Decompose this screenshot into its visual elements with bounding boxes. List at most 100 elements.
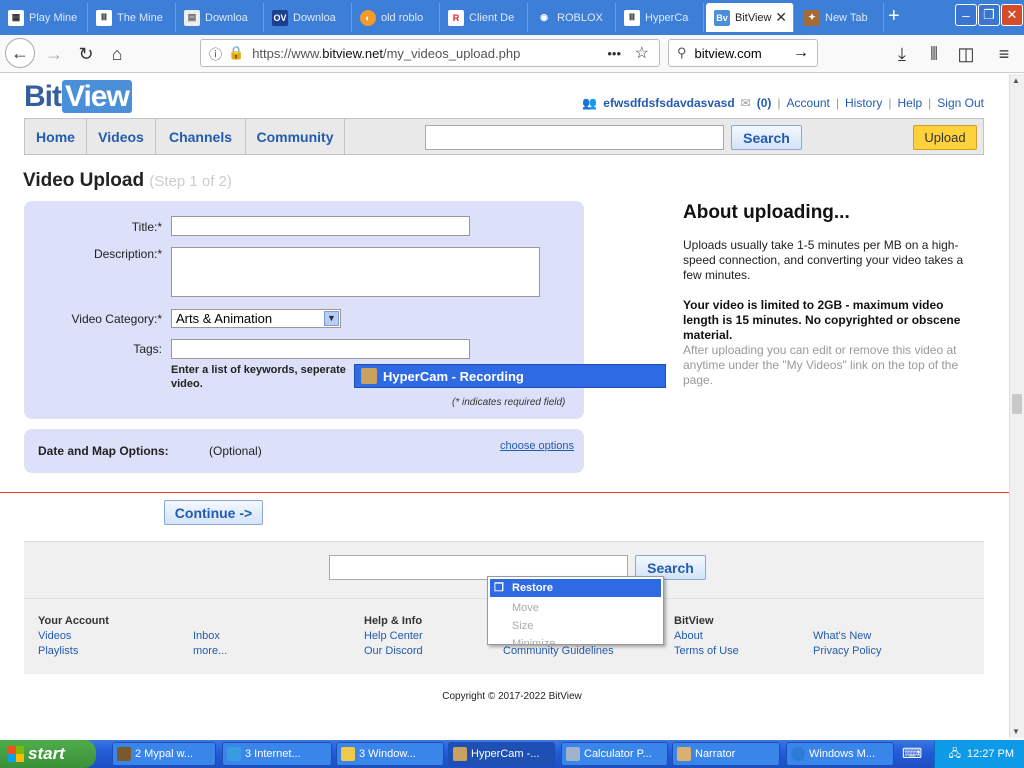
hypercam-title-bar[interactable]: HyperCam - Recording (354, 364, 666, 388)
footer-guidelines-link[interactable]: Community Guidelines (503, 645, 614, 657)
scroll-thumb[interactable] (1012, 394, 1022, 414)
clock[interactable]: 12:27 PM (967, 748, 1014, 760)
about-paragraph-2: Your video is limited to 2GB - maximum v… (683, 298, 961, 342)
narrator-icon (677, 747, 691, 761)
page-title: Video Upload (Step 1 of 2) (23, 170, 232, 191)
close-tab-icon[interactable]: ✕ (775, 9, 787, 26)
tab-roblox[interactable]: ◉ ROBLOX (528, 3, 616, 32)
account-link[interactable]: Account (787, 96, 830, 110)
page-actions-icon[interactable]: ••• (607, 46, 621, 61)
required-note: (* indicates required field) (452, 397, 566, 408)
footer-help-center-link[interactable]: Help Center (364, 630, 423, 642)
taskbar-windows[interactable]: 3 Window... (336, 742, 444, 766)
footer-videos-link[interactable]: Videos (38, 630, 71, 642)
scroll-down-icon[interactable]: ▼ (1012, 727, 1020, 736)
choose-options-link[interactable]: choose options (500, 440, 574, 452)
menu-minimize[interactable]: Minimize (488, 635, 663, 644)
menu-restore[interactable]: ❐ Restore (490, 579, 661, 597)
menu-move[interactable]: Move (488, 599, 663, 617)
close-window-button[interactable]: ✕ (1001, 4, 1023, 26)
tab-the-mine[interactable]: Ⅲ The Mine (88, 3, 176, 32)
username-link[interactable]: efwsdfdsfsdavdasvasd (603, 96, 734, 110)
bitview-logo[interactable]: Bit View (24, 80, 132, 114)
download-button[interactable]: ⤓ (888, 40, 916, 68)
keyboard-icon[interactable]: ⌨ (902, 745, 922, 763)
nav-community[interactable]: Community (246, 119, 345, 154)
footer-discord-link[interactable]: Our Discord (364, 645, 423, 657)
new-tab-button[interactable]: + (888, 5, 900, 28)
lock-icon: 🔒 (228, 45, 245, 60)
search-bar[interactable]: ⚲ bitview.com → (668, 39, 818, 67)
restore-icon: ❐ (494, 582, 504, 594)
upload-button[interactable]: Upload (913, 125, 977, 150)
nav-videos[interactable]: Videos (87, 119, 156, 154)
forward-button[interactable]: → (40, 40, 68, 68)
tags-input[interactable] (171, 339, 470, 359)
maximize-window-button[interactable]: ❐ (978, 4, 1000, 26)
opera-icon: ◐ (360, 9, 376, 26)
taskbar-windows-media[interactable]: Windows M... (786, 742, 894, 766)
mail-icon[interactable]: ✉ (741, 96, 751, 110)
home-icon: ⌂ (111, 43, 123, 64)
back-button[interactable]: ← (5, 38, 35, 68)
taskbar-mypal[interactable]: 2 Mypal w... (112, 742, 216, 766)
site-search-input[interactable] (425, 125, 724, 150)
sign-out-link[interactable]: Sign Out (937, 96, 984, 110)
url-bar[interactable]: ⓘ 🔒 https://www. bitview.net/my_videos_up… (200, 39, 660, 67)
your-account-heading: Your Account (38, 615, 109, 627)
star-icon[interactable]: ☆ (635, 43, 649, 63)
nav-home[interactable]: Home (25, 119, 87, 154)
tags-label: Tags: (133, 342, 162, 356)
minimize-window-button[interactable]: – (955, 4, 977, 26)
scroll-up-icon[interactable]: ▲ (1012, 76, 1020, 85)
reload-button[interactable]: ↻ (72, 40, 100, 68)
footer-privacy-link[interactable]: Privacy Policy (813, 645, 881, 657)
footer-more-link[interactable]: more... (193, 645, 227, 657)
help-link[interactable]: Help (897, 96, 922, 110)
tab-download-1[interactable]: ▤ Downloa (176, 3, 264, 32)
sidebar-button[interactable]: ◫ (952, 40, 980, 68)
category-select[interactable]: Arts & Animation ▼ (171, 309, 341, 328)
taskbar-narrator[interactable]: Narrator (672, 742, 780, 766)
home-button[interactable]: ⌂ (103, 40, 131, 68)
library-button[interactable]: ⫴ (920, 40, 948, 68)
site-search-button[interactable]: Search (731, 125, 802, 150)
bitview-icon: Bv (714, 9, 730, 26)
info-icon: ⓘ (209, 46, 223, 62)
tab-old-roblox[interactable]: ◐ old roblo (352, 3, 440, 32)
tab-bitview[interactable]: Bv BitView ✕ (706, 3, 794, 32)
search-go-icon[interactable]: → (793, 44, 809, 62)
description-textarea[interactable] (171, 247, 540, 297)
tab-strip: ▦ Play Mine Ⅲ The Mine ▤ Downloa OV Downloa … (0, 0, 1024, 35)
tab-hypercam[interactable]: Ⅲ HyperCa (616, 3, 704, 32)
network-icon[interactable]: 🖧 (949, 745, 961, 764)
menu-button[interactable]: ≡ (990, 40, 1018, 68)
menu-size[interactable]: Size (488, 617, 663, 635)
taskbar-calculator[interactable]: Calculator P... (561, 742, 668, 766)
footer-inbox-link[interactable]: Inbox (193, 630, 220, 642)
tab-new-tab[interactable]: ✦ New Tab (796, 3, 884, 32)
tab-download-2[interactable]: OV Downloa (264, 3, 352, 32)
taskbar-hypercam[interactable]: HyperCam -... (448, 742, 555, 766)
start-button[interactable]: start (0, 740, 96, 768)
nav-channels[interactable]: Channels (156, 119, 246, 154)
page-scrollbar[interactable]: ▲ ▼ (1009, 74, 1024, 738)
about-paragraph-3: After uploading you can edit or remove t… (683, 343, 959, 387)
ie-icon (227, 747, 241, 761)
footer-whats-new-link[interactable]: What's New (813, 630, 871, 642)
tab-client-de[interactable]: R Client De (440, 3, 528, 32)
windows-logo-icon (8, 746, 24, 762)
taskbar-internet[interactable]: 3 Internet... (222, 742, 332, 766)
history-link[interactable]: History (845, 96, 882, 110)
tab-play-mine[interactable]: ▦ Play Mine (0, 3, 88, 32)
footer-terms-link[interactable]: Terms of Use (674, 645, 739, 657)
about-paragraph-1: Uploads usually take 1-5 minutes per MB … (683, 238, 964, 282)
title-input[interactable] (171, 216, 470, 236)
arrow-right-icon: → (45, 43, 63, 64)
grid-icon: ▦ (8, 9, 24, 26)
footer-about-link[interactable]: About (674, 630, 703, 642)
mail-count[interactable]: (0) (757, 96, 772, 110)
chevron-down-icon: ▼ (324, 311, 339, 326)
continue-button[interactable]: Continue -> (164, 500, 263, 525)
footer-playlists-link[interactable]: Playlists (38, 645, 78, 657)
